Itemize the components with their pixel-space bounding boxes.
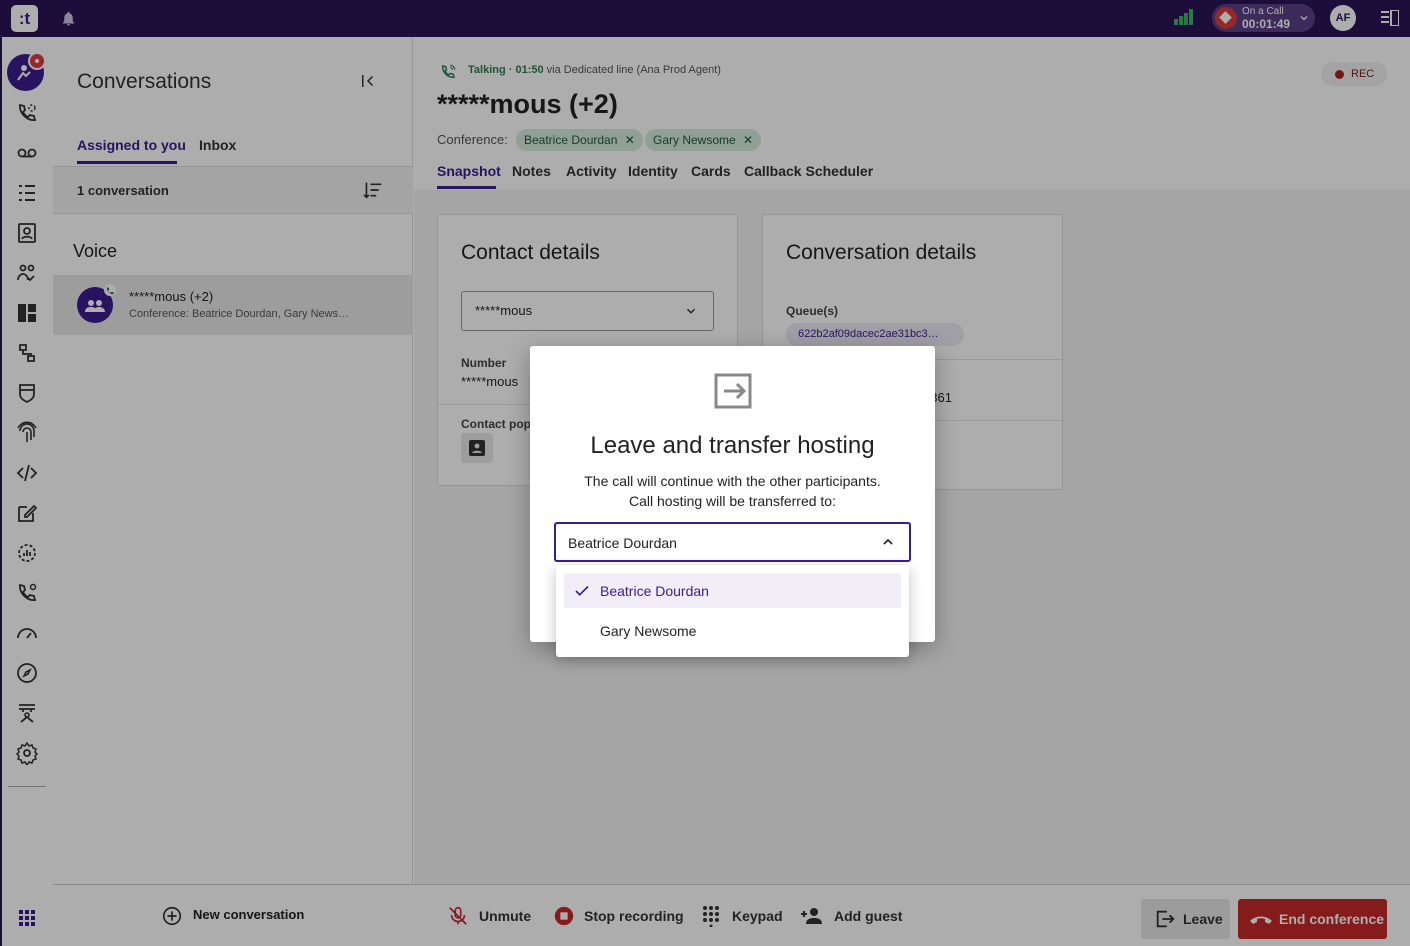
check-icon (573, 582, 591, 605)
exit-icon (713, 372, 753, 415)
host-options-menu: Beatrice Dourdan Gary Newsome (556, 565, 909, 657)
host-option[interactable]: Beatrice Dourdan (564, 573, 901, 608)
host-option[interactable]: Gary Newsome (564, 613, 901, 648)
host-option-label: Beatrice Dourdan (600, 583, 709, 599)
dialog-title: Leave and transfer hosting (590, 432, 875, 459)
chevron-up-icon (880, 534, 896, 555)
host-select-value: Beatrice Dourdan (568, 535, 677, 551)
dialog-text: Call hosting will be transferred to: (629, 493, 836, 509)
host-option-label: Gary Newsome (600, 623, 697, 639)
dialog-text: The call will continue with the other pa… (584, 473, 881, 489)
host-transfer-select[interactable]: Beatrice Dourdan (554, 522, 911, 562)
